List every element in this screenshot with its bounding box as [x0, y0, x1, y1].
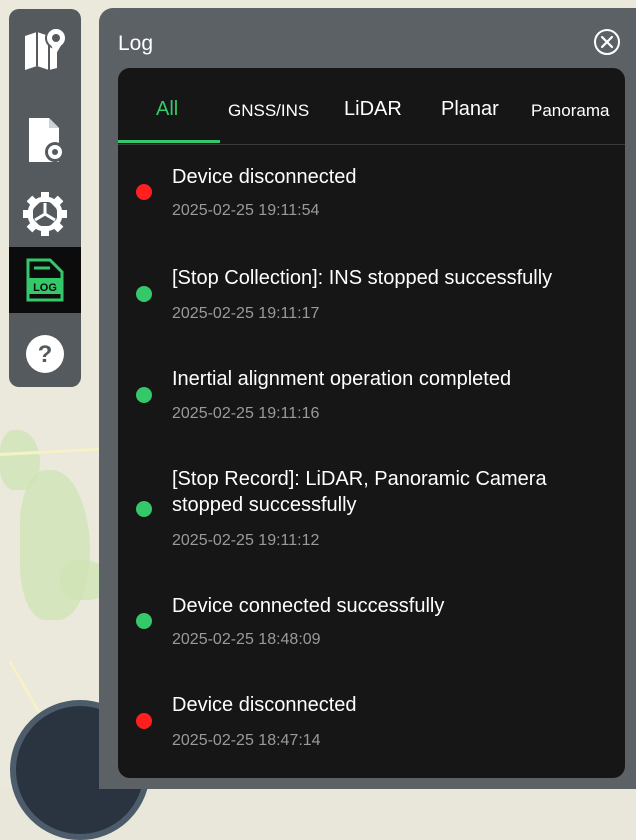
map-pin-button[interactable] — [9, 15, 81, 81]
settings-button[interactable] — [9, 181, 81, 247]
gear-icon — [23, 192, 67, 236]
log-message: Inertial alignment operation completed — [172, 368, 512, 390]
log-timestamp: 2025-02-25 19:11:12 — [172, 532, 320, 549]
log-card: All GNSS/INS LiDAR Planar Panorama Devic… — [118, 68, 625, 778]
log-timestamp: 2025-02-25 19:11:54 — [172, 202, 320, 219]
close-icon — [600, 35, 614, 49]
file-settings-icon — [29, 118, 65, 162]
help-icon-label: ? — [38, 341, 53, 368]
log-icon: LOG — [26, 258, 64, 302]
error-status-dot — [136, 713, 152, 729]
log-timestamp: 2025-02-25 18:47:14 — [172, 732, 321, 749]
success-status-dot — [136, 501, 152, 517]
tab-gnss-ins[interactable]: GNSS/INS — [228, 101, 309, 121]
log-message: Device disconnected — [172, 166, 357, 188]
tab-all[interactable]: All — [156, 98, 178, 121]
log-icon-label: LOG — [33, 282, 57, 294]
tab-bar: All GNSS/INS LiDAR Planar Panorama — [118, 68, 625, 145]
log-timestamp: 2025-02-25 19:11:16 — [172, 405, 320, 422]
log-message: Device disconnected — [172, 694, 357, 716]
log-timestamp: 2025-02-25 19:11:17 — [172, 305, 320, 322]
log-button[interactable]: LOG — [9, 247, 81, 313]
success-status-dot — [136, 286, 152, 302]
success-status-dot — [136, 387, 152, 403]
log-message: Device connected successfully — [172, 595, 445, 617]
error-status-dot — [136, 184, 152, 200]
tab-planar[interactable]: Planar — [441, 98, 499, 121]
help-button[interactable]: ? — [9, 321, 81, 387]
map-pin-icon — [25, 27, 67, 70]
file-settings-button[interactable] — [9, 107, 81, 173]
help-icon: ? — [26, 335, 64, 373]
log-message: [Stop Record]: LiDAR, Panoramic Camera s… — [172, 468, 547, 516]
panel-title: Log — [118, 32, 154, 55]
success-status-dot — [136, 613, 152, 629]
log-timestamp: 2025-02-25 18:48:09 — [172, 631, 321, 648]
tab-lidar[interactable]: LiDAR — [344, 98, 402, 121]
log-message: [Stop Collection]: INS stopped successfu… — [172, 267, 553, 289]
close-button[interactable] — [594, 29, 620, 55]
side-toolbar: LOG ? — [9, 9, 81, 387]
tab-panorama[interactable]: Panorama — [531, 101, 609, 121]
active-tab-indicator — [118, 140, 220, 143]
